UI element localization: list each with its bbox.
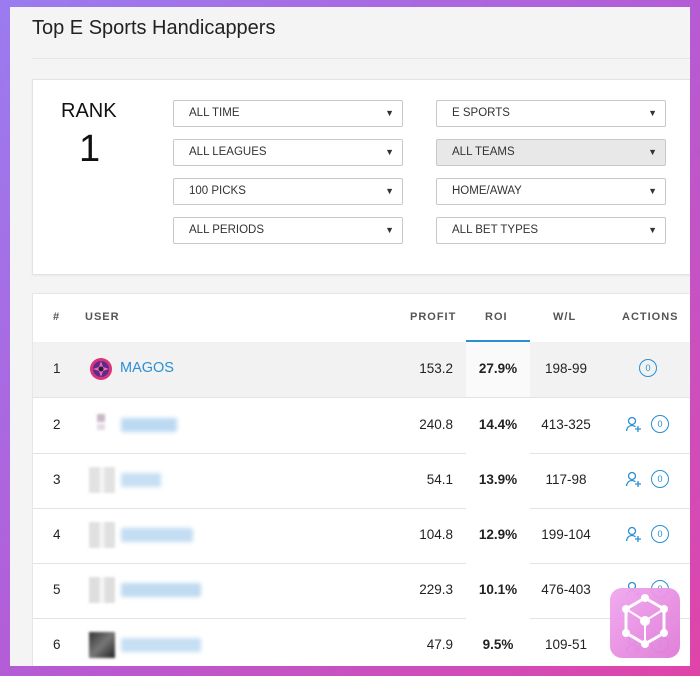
table-row: 3 54.1 13.9% 117-98 0	[33, 453, 690, 509]
row-wl: 476-403	[541, 582, 591, 597]
header-wl[interactable]: W/L	[553, 311, 576, 323]
row-rank: 2	[53, 417, 61, 432]
row-profit: 54.1	[426, 472, 453, 487]
leaderboard-table: # USER PROFIT ROI W/L ACTIONS 1 MAGOS 15…	[32, 293, 690, 666]
add-user-icon[interactable]	[625, 525, 643, 543]
team-filter-select[interactable]: ALL TEAMS ▼	[436, 139, 666, 166]
row-wl: 199-104	[541, 527, 591, 542]
header-user[interactable]: USER	[85, 311, 120, 323]
user-link[interactable]	[121, 418, 177, 432]
avatar	[89, 522, 115, 548]
row-rank: 4	[53, 527, 61, 542]
dropdown-arrow-icon: ▼	[385, 108, 394, 118]
hexagon-network-logo-icon	[610, 588, 680, 658]
avatar	[89, 632, 115, 658]
magos-logo-icon	[90, 358, 112, 380]
row-profit: 240.8	[419, 417, 453, 432]
row-wl: 117-98	[545, 472, 587, 487]
row-wl: 198-99	[544, 361, 588, 376]
table-row: 6 47.9 9.5% 109-51 0	[33, 618, 690, 666]
dropdown-arrow-icon: ▼	[385, 186, 394, 196]
table-row: 5 229.3 10.1% 476-403 0	[33, 563, 690, 619]
picks-filter-select[interactable]: 100 PICKS ▼	[173, 178, 403, 205]
row-wl: 413-325	[541, 417, 591, 432]
user-link[interactable]: MAGOS	[120, 360, 174, 376]
avatar	[89, 467, 115, 493]
row-profit: 104.8	[419, 527, 453, 542]
header-rank: #	[53, 311, 61, 323]
row-roi: 10.1%	[478, 582, 518, 597]
page-frame: Top E Sports Handicappers RANK 1 ALL TIM…	[10, 7, 690, 666]
table-row: 2 240.8 14.4% 413-325 0	[33, 398, 690, 454]
league-filter-value: ALL LEAGUES	[189, 146, 267, 158]
location-filter-value: HOME/AWAY	[452, 185, 522, 197]
rank-value: 1	[79, 128, 101, 170]
league-filter-select[interactable]: ALL LEAGUES ▼	[173, 139, 403, 166]
rank-label: RANK	[61, 100, 117, 122]
row-rank: 1	[53, 361, 61, 376]
table-row: 1 MAGOS 153.2 27.9% 198-99 0	[33, 342, 690, 398]
row-profit: 229.3	[419, 582, 453, 597]
row-roi: 14.4%	[478, 417, 518, 432]
row-rank: 6	[53, 637, 61, 652]
hexagon-network-logo-icon	[622, 594, 668, 648]
filter-panel: RANK 1 ALL TIME ▼ E SPORTS ▼ ALL LEAGUES…	[32, 79, 690, 275]
location-filter-select[interactable]: HOME/AWAY ▼	[436, 178, 666, 205]
row-wl: 109-51	[544, 637, 588, 652]
header-profit[interactable]: PROFIT	[410, 311, 456, 323]
table-header: # USER PROFIT ROI W/L ACTIONS	[33, 294, 690, 343]
user-link[interactable]	[121, 638, 201, 652]
count-badge[interactable]: 0	[639, 359, 657, 377]
avatar	[89, 412, 115, 438]
row-roi: 27.9%	[478, 361, 518, 376]
title-divider	[32, 58, 690, 59]
row-profit: 47.9	[426, 637, 453, 652]
dropdown-arrow-icon: ▼	[385, 225, 394, 235]
avatar	[89, 577, 115, 603]
add-user-icon[interactable]	[625, 470, 643, 488]
dropdown-arrow-icon: ▼	[648, 225, 657, 235]
table-row: 4 104.8 12.9% 199-104 0	[33, 508, 690, 564]
count-badge[interactable]: 0	[651, 470, 669, 488]
dropdown-arrow-icon: ▼	[648, 147, 657, 157]
period-filter-value: ALL PERIODS	[189, 224, 264, 236]
row-rank: 3	[53, 472, 61, 487]
user-link[interactable]	[121, 583, 201, 597]
header-actions: ACTIONS	[622, 311, 679, 323]
row-rank: 5	[53, 582, 61, 597]
time-filter-select[interactable]: ALL TIME ▼	[173, 100, 403, 127]
dropdown-arrow-icon: ▼	[385, 147, 394, 157]
row-roi: 13.9%	[478, 472, 518, 487]
count-badge[interactable]: 0	[651, 415, 669, 433]
row-roi: 9.5%	[482, 637, 514, 652]
dropdown-arrow-icon: ▼	[648, 186, 657, 196]
page-title: Top E Sports Handicappers	[32, 17, 276, 39]
picks-filter-value: 100 PICKS	[189, 185, 246, 197]
row-roi: 12.9%	[478, 527, 518, 542]
bet-type-filter-select[interactable]: ALL BET TYPES ▼	[436, 217, 666, 244]
team-filter-value: ALL TEAMS	[452, 146, 515, 158]
time-filter-value: ALL TIME	[189, 107, 240, 119]
bet-type-filter-value: ALL BET TYPES	[452, 224, 539, 236]
dropdown-arrow-icon: ▼	[648, 108, 657, 118]
row-profit: 153.2	[419, 361, 453, 376]
count-badge[interactable]: 0	[651, 525, 669, 543]
user-link[interactable]	[121, 528, 193, 542]
header-roi[interactable]: ROI	[485, 311, 508, 323]
user-link[interactable]	[121, 473, 161, 487]
add-user-icon[interactable]	[625, 415, 643, 433]
sport-filter-select[interactable]: E SPORTS ▼	[436, 100, 666, 127]
period-filter-select[interactable]: ALL PERIODS ▼	[173, 217, 403, 244]
sport-filter-value: E SPORTS	[452, 107, 510, 119]
